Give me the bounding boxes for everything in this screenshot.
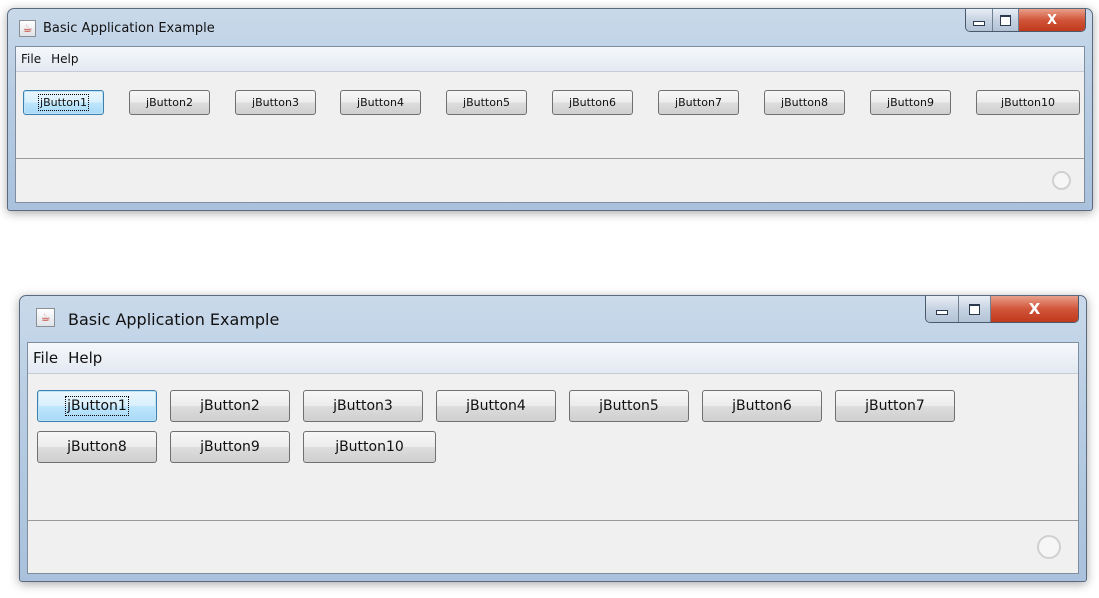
content-pane: File Help jButton1 jButton2 jButton3 jBu… [15, 46, 1085, 203]
jbutton-6[interactable]: jButton6 [552, 90, 633, 115]
title-bar[interactable]: ☕ Basic Application Example X [20, 296, 1086, 332]
window-controls: X [925, 296, 1079, 323]
app-window-wide: ☕ Basic Application Example X File Help … [7, 8, 1093, 211]
menu-file[interactable]: File [16, 52, 46, 66]
jbutton-3[interactable]: jButton3 [235, 90, 316, 115]
button-label: jButton5 [463, 96, 510, 109]
jbutton-4[interactable]: jButton4 [436, 390, 556, 422]
button-label: jButton3 [333, 398, 393, 414]
jbutton-8[interactable]: jButton8 [37, 431, 157, 463]
app-window-narrow: ☕ Basic Application Example X File Help … [19, 295, 1087, 582]
jbutton-5[interactable]: jButton5 [569, 390, 689, 422]
button-label: jButton5 [599, 398, 659, 414]
button-label: jButton8 [67, 439, 127, 455]
jbutton-1[interactable]: jButton1 [23, 90, 104, 115]
button-panel: jButton1 jButton2 jButton3 jButton4 jBut… [16, 71, 1084, 162]
button-label: jButton7 [865, 398, 925, 414]
button-label: jButton3 [252, 96, 299, 109]
maximize-button[interactable] [993, 9, 1019, 31]
button-label: jButton6 [569, 96, 616, 109]
jbutton-9[interactable]: jButton9 [870, 90, 951, 115]
jbutton-3[interactable]: jButton3 [303, 390, 423, 422]
jbutton-2[interactable]: jButton2 [170, 390, 290, 422]
jbutton-10[interactable]: jButton10 [303, 431, 436, 463]
jbutton-7[interactable]: jButton7 [658, 90, 739, 115]
menu-file[interactable]: File [28, 349, 63, 367]
jbutton-10[interactable]: jButton10 [976, 90, 1080, 115]
jbutton-7[interactable]: jButton7 [835, 390, 955, 422]
button-label: jButton6 [732, 398, 792, 414]
button-label: jButton10 [335, 439, 404, 455]
busy-indicator-icon [1037, 535, 1061, 559]
button-label: jButton1 [65, 396, 129, 416]
button-label: jButton10 [1001, 96, 1055, 109]
window-title: Basic Application Example [43, 21, 215, 36]
maximize-icon [1000, 14, 1011, 26]
status-bar [28, 520, 1078, 573]
jbutton-4[interactable]: jButton4 [340, 90, 421, 115]
jbutton-1[interactable]: jButton1 [37, 390, 157, 422]
maximize-button[interactable] [959, 296, 991, 322]
jbutton-8[interactable]: jButton8 [764, 90, 845, 115]
window-title: Basic Application Example [68, 310, 280, 329]
status-bar [16, 158, 1084, 202]
java-app-icon[interactable]: ☕ [36, 308, 55, 327]
busy-indicator-icon [1052, 171, 1071, 190]
jbutton-2[interactable]: jButton2 [129, 90, 210, 115]
button-panel: jButton1 jButton2 jButton3 jButton4 jBut… [28, 373, 1078, 525]
minimize-button[interactable] [926, 296, 959, 322]
close-icon: X [1046, 12, 1058, 28]
minimize-icon [936, 309, 948, 315]
button-label: jButton1 [38, 94, 89, 111]
jbutton-6[interactable]: jButton6 [702, 390, 822, 422]
button-label: jButton7 [675, 96, 722, 109]
menu-help[interactable]: Help [63, 349, 107, 367]
java-app-icon[interactable]: ☕ [19, 20, 36, 37]
close-button[interactable]: X [991, 296, 1078, 322]
close-button[interactable]: X [1019, 9, 1085, 31]
window-controls: X [965, 9, 1086, 32]
button-label: jButton2 [200, 398, 260, 414]
button-label: jButton4 [466, 398, 526, 414]
menu-bar: File Help [16, 47, 1084, 72]
button-label: jButton9 [887, 96, 934, 109]
minimize-icon [973, 20, 985, 26]
minimize-button[interactable] [966, 9, 993, 31]
button-label: jButton9 [200, 439, 260, 455]
menu-help[interactable]: Help [46, 52, 83, 66]
title-bar[interactable]: ☕ Basic Application Example X [8, 9, 1092, 45]
close-icon: X [1028, 300, 1041, 318]
button-label: jButton8 [781, 96, 828, 109]
content-pane: File Help jButton1 jButton2 jButton3 jBu… [27, 342, 1079, 574]
maximize-icon [969, 303, 980, 315]
button-label: jButton2 [146, 96, 193, 109]
jbutton-5[interactable]: jButton5 [446, 90, 527, 115]
jbutton-9[interactable]: jButton9 [170, 431, 290, 463]
menu-bar: File Help [28, 343, 1078, 374]
button-label: jButton4 [357, 96, 404, 109]
